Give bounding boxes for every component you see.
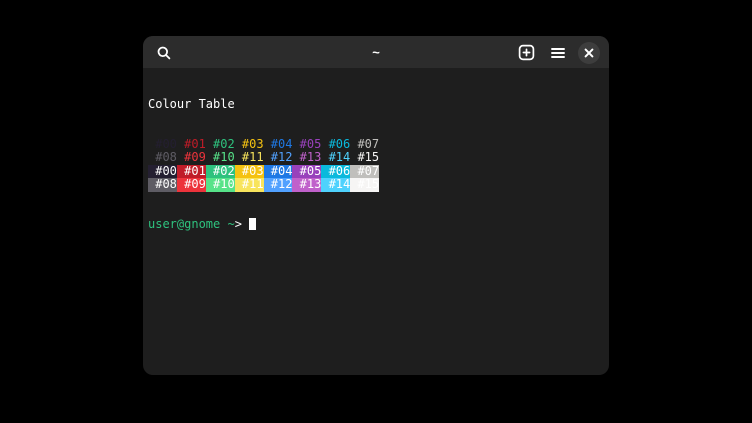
palette-cell: #12 — [264, 178, 293, 191]
search-icon — [156, 45, 172, 61]
palette-cell: #12 — [264, 151, 293, 164]
new-tab-button[interactable] — [514, 41, 538, 65]
palette-cell: #13 — [292, 178, 321, 191]
palette-cell: #10 — [206, 151, 235, 164]
palette-cell: #03 — [235, 138, 264, 151]
palette-cell: #08 — [148, 178, 177, 191]
palette-cell: #15 — [350, 151, 379, 164]
palette-cell: #09 — [177, 151, 206, 164]
prompt-symbol: > — [235, 217, 242, 231]
desktop: ~ — [0, 0, 752, 423]
palette-row-bg: #00 #01 #02 #03 #04 #05 #06 #07 — [148, 165, 609, 178]
prompt-cwd: ~ — [220, 217, 234, 231]
palette-row-bg: #08 #09 #10 #11 #12 #13 #14 #15 — [148, 178, 609, 191]
palette-cell: #15 — [350, 178, 379, 191]
text-cursor — [249, 218, 256, 230]
palette-cell: #13 — [292, 151, 321, 164]
new-tab-icon — [518, 44, 535, 61]
palette-cell: #01 — [177, 165, 206, 178]
console-window: ~ — [143, 36, 609, 375]
palette-cell: #03 — [235, 165, 264, 178]
palette-cell: #00 — [148, 138, 177, 151]
palette-cell: #02 — [206, 138, 235, 151]
close-button[interactable] — [578, 42, 600, 64]
palette-cell: #00 — [148, 165, 177, 178]
menu-button[interactable] — [546, 41, 570, 65]
headerbar: ~ — [143, 36, 609, 69]
palette-cell: #14 — [321, 178, 350, 191]
hamburger-menu-icon — [550, 45, 566, 61]
palette-cell: #07 — [350, 138, 379, 151]
colour-table-heading: Colour Table — [148, 98, 609, 111]
terminal-screen[interactable]: Colour Table #00 #01 #02 #03 #04 #05 #06… — [143, 69, 609, 375]
palette-cell: #07 — [350, 165, 379, 178]
palette-row-fg: #00 #01 #02 #03 #04 #05 #06 #07 — [148, 138, 609, 151]
palette-cell: #09 — [177, 178, 206, 191]
prompt-line: user@gnome ~> — [148, 218, 609, 231]
palette-cell: #08 — [148, 151, 177, 164]
palette-cell: #11 — [235, 178, 264, 191]
colour-table-rows: #00 #01 #02 #03 #04 #05 #06 #07 #08 #09 … — [148, 138, 609, 192]
search-button[interactable] — [152, 41, 176, 65]
palette-cell: #06 — [321, 165, 350, 178]
headerbar-controls — [514, 41, 600, 65]
palette-cell: #05 — [292, 165, 321, 178]
palette-cell: #10 — [206, 178, 235, 191]
prompt-user-host: user@gnome — [148, 217, 220, 231]
palette-cell: #04 — [264, 138, 293, 151]
palette-row-fg: #08 #09 #10 #11 #12 #13 #14 #15 — [148, 151, 609, 164]
palette-cell: #04 — [264, 165, 293, 178]
palette-cell: #05 — [292, 138, 321, 151]
palette-cell: #11 — [235, 151, 264, 164]
palette-cell: #14 — [321, 151, 350, 164]
palette-cell: #01 — [177, 138, 206, 151]
close-icon — [584, 48, 594, 58]
palette-cell: #02 — [206, 165, 235, 178]
palette-cell: #06 — [321, 138, 350, 151]
